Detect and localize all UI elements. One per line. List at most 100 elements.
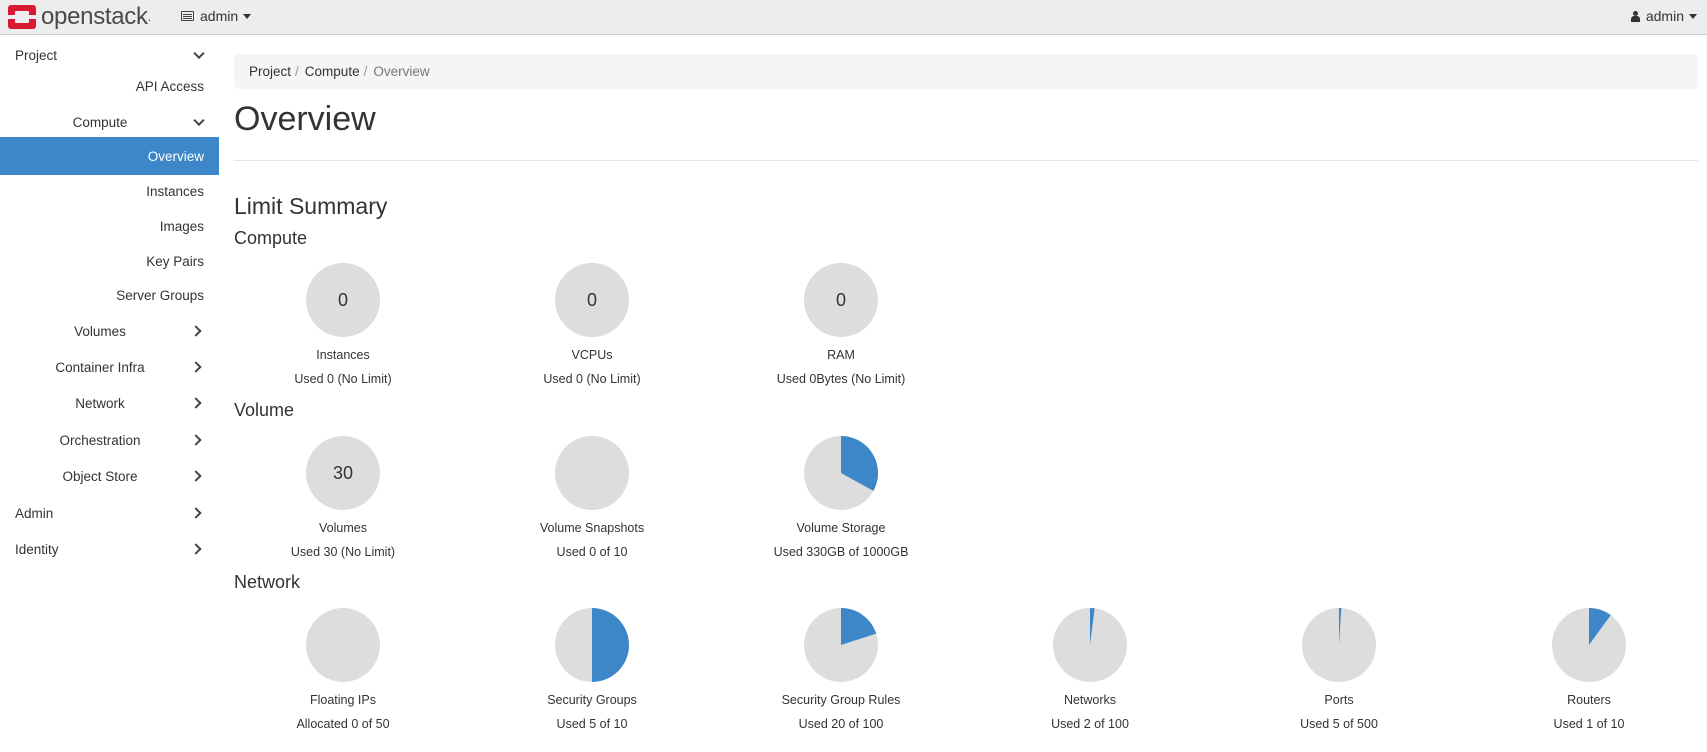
pie-center-value: 0 [338, 290, 348, 310]
pie-title: Ports [1324, 693, 1354, 707]
sidebar-item-key-pairs[interactable]: Key Pairs [0, 242, 219, 280]
sidebar-item-label: Object Store [62, 468, 138, 484]
breadcrumb-overview: Overview [373, 64, 430, 79]
pie-chart-floating-ips: Floating IPs Allocated 0 of 50 [243, 607, 443, 732]
pie-chart-networks: Networks Used 2 of 100 [990, 607, 1190, 732]
user-icon [1630, 10, 1640, 22]
sidebar-item-label: API Access [135, 78, 204, 94]
limit-summary-heading: Limit Summary [234, 193, 388, 219]
pie-svg-volumes: 30 [306, 436, 380, 510]
pie-svg-ram: 0 [804, 263, 878, 337]
openstack-logo[interactable]: openstack. [8, 4, 151, 30]
breadcrumb-project[interactable]: Project [249, 64, 291, 79]
pie-svg-volume-snapshots [555, 436, 629, 510]
chevron-down-icon [193, 47, 205, 60]
pie-usage-text: Used 0 of 10 [556, 545, 628, 559]
sidebar-item-label: Images [159, 218, 204, 234]
pie-usage-text: Used 30 (No Limit) [290, 545, 396, 559]
project-selector-label: admin [200, 8, 239, 24]
pie-usage-text: Allocated 0 of 50 [296, 717, 390, 731]
pie-chart-volume-snapshots: Volume Snapshots Used 0 of 10 [492, 435, 692, 560]
sidebar-item-label: Orchestration [59, 432, 141, 448]
sidebar-item-instances[interactable]: Instances [0, 172, 219, 210]
sidebar-item-label: Network [75, 395, 125, 411]
pie-usage-text: Used 0Bytes (No Limit) [776, 372, 906, 386]
sidebar-item-images[interactable]: Images [0, 207, 219, 245]
sidebar-item-object-store[interactable]: Object Store [0, 457, 219, 495]
project-icon [181, 11, 194, 21]
sidebar-item-server-groups[interactable]: Server Groups [0, 276, 219, 314]
pie-title: Volume Snapshots [539, 521, 645, 535]
pie-center-value: 0 [587, 290, 597, 310]
pie-usage-text: Used 0 (No Limit) [543, 372, 641, 386]
caret-down-icon [1689, 13, 1697, 19]
pie-svg-volume-storage [804, 436, 878, 510]
pie-svg-instances: 0 [306, 263, 380, 337]
section-heading-compute: Compute [234, 228, 308, 248]
pie-usage-text: Used 5 of 500 [1300, 717, 1378, 731]
caret-down-icon [243, 13, 252, 19]
pie-center-value: 30 [333, 463, 353, 483]
pie-usage-text: Used 20 of 100 [798, 717, 884, 731]
pie-chart-instances: 0 Instances Used 0 (No Limit) [243, 262, 443, 387]
pie-chart-security-groups: Security Groups Used 5 of 10 [492, 607, 692, 732]
pie-title: Floating IPs [309, 693, 376, 707]
sidebar-item-api-access[interactable]: API Access [0, 67, 219, 105]
sidebar-item-identity[interactable]: Identity [0, 530, 219, 568]
pie-free-slice [555, 436, 629, 510]
pie-chart-routers: Routers Used 1 of 10 [1489, 607, 1689, 732]
section-heading-volume: Volume [234, 400, 295, 420]
sidebar-item-admin[interactable]: Admin [0, 494, 219, 532]
pie-usage-text: Used 2 of 100 [1051, 717, 1129, 731]
pie-title: Networks [1063, 693, 1117, 707]
sidebar-item-volumes[interactable]: Volumes [0, 312, 219, 350]
pie-usage-text: Used 1 of 10 [1553, 717, 1625, 731]
sidebar-item-label: Admin [15, 505, 54, 521]
brand-dot: . [147, 10, 152, 24]
pie-title: Instances [316, 348, 370, 362]
pie-title: Volumes [319, 521, 367, 535]
pie-usage-text: Used 5 of 10 [556, 717, 628, 731]
page-title: Overview [234, 100, 376, 138]
pie-chart-ram: 0 RAM Used 0Bytes (No Limit) [741, 262, 941, 387]
pie-usage-text: Used 330GB of 1000GB [773, 545, 909, 559]
pie-svg-networks [1053, 608, 1127, 682]
breadcrumb-separator: / [363, 64, 368, 79]
pie-svg-floating-ips [306, 608, 380, 682]
pie-center-value: 0 [836, 290, 846, 310]
user-menu-dropdown[interactable]: admin [1630, 0, 1697, 32]
project-selector-dropdown[interactable]: admin [181, 0, 252, 32]
pie-svg-security-groups [555, 608, 629, 682]
pie-svg-vcpus: 0 [555, 263, 629, 337]
breadcrumb: Project / Compute / Overview [234, 54, 1698, 89]
sidebar-item-label: Compute [72, 114, 128, 130]
pie-chart-volumes: 30 Volumes Used 30 (No Limit) [243, 435, 443, 560]
sidebar-item-label: Server Groups [116, 287, 204, 303]
pie-svg-security-group-rules [804, 608, 878, 682]
chevron-right-icon [190, 543, 202, 555]
pie-title: Routers [1567, 693, 1611, 707]
breadcrumb-compute[interactable]: Compute [305, 64, 360, 79]
pie-title: RAM [827, 348, 855, 362]
sidebar-item-label: Container Infra [55, 359, 145, 375]
sidebar-item-label: Identity [15, 541, 59, 557]
pie-used-slice [592, 608, 629, 682]
pie-chart-ports: Ports Used 5 of 500 [1239, 607, 1439, 732]
user-menu-label: admin [1645, 8, 1684, 24]
sidebar-item-overview[interactable]: Overview [0, 137, 219, 175]
sidebar-item-label: Key Pairs [146, 253, 204, 269]
sidebar-item-compute[interactable]: Compute [0, 103, 219, 141]
pie-chart-vcpus: 0 VCPUs Used 0 (No Limit) [492, 262, 692, 387]
section-heading-network: Network [234, 572, 301, 592]
title-divider [234, 160, 1698, 161]
sidebar-item-label: Project [15, 47, 58, 63]
sidebar-item-orchestration[interactable]: Orchestration [0, 421, 219, 459]
sidebar-item-network[interactable]: Network [0, 384, 219, 422]
sidebar-nav: Project API Access Compute Overview Instance… [0, 36, 219, 752]
sidebar-item-container-infra[interactable]: Container Infra [0, 348, 219, 386]
pie-title: Volume Storage [796, 521, 886, 535]
brand-name: openstack [41, 3, 148, 30]
pie-svg-routers [1552, 608, 1626, 682]
pie-title: Security Groups [547, 693, 637, 707]
pie-title: Security Group Rules [781, 693, 901, 707]
